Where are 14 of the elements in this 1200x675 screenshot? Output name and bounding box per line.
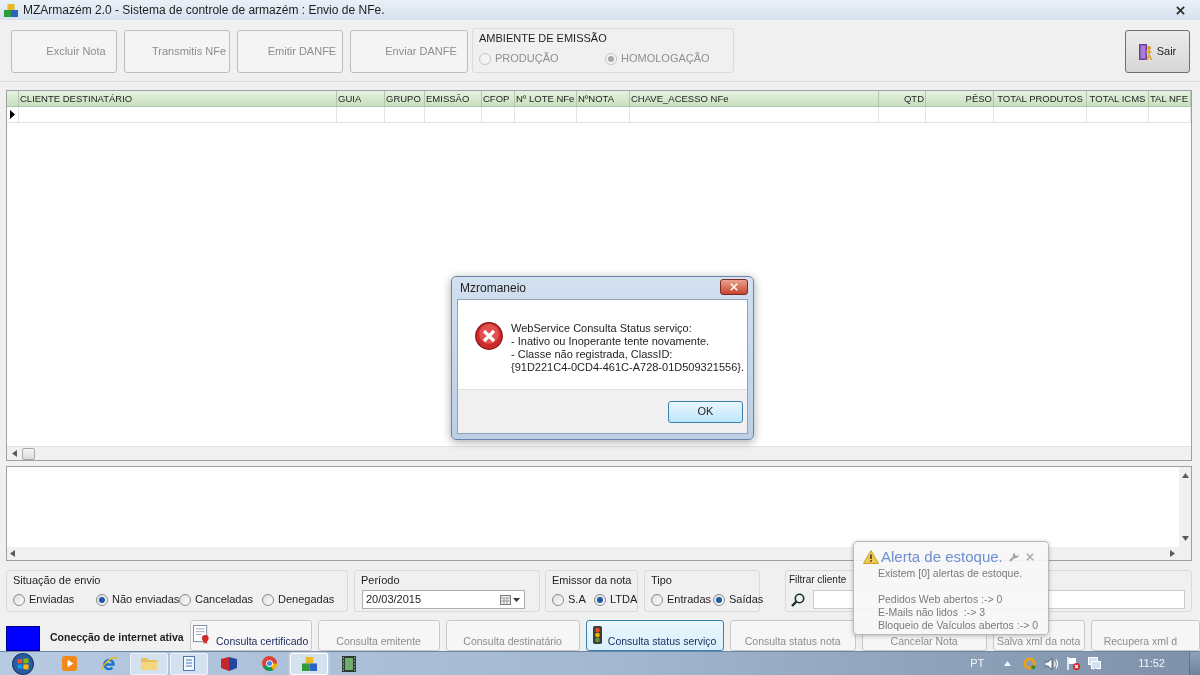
counter-text: E-Mails não lidos :-> 3 (878, 606, 986, 619)
error-message: WebService Consulta Status serviço: - Inativo ou Inoperante tente novamente. - Classe não registrada, ClassID: {91D221C4-0CD4-461C-A728-01D509321556}. (511, 322, 744, 374)
group-label: Tipo (651, 573, 672, 587)
group-label: Filtrar cliente (789, 573, 847, 587)
connection-status: Conecção de internet ativa (50, 631, 184, 644)
popup-title: Alerta de estoque. (881, 548, 1003, 566)
counter-text: Pedidos Web abertos :-> 0 (878, 593, 1003, 606)
group-label: Emissor da nota (552, 573, 632, 587)
window-title: MZArmazém 2.0 - Sistema de controle de armazém : Envio de NFe. (23, 3, 385, 17)
alert-summary: Existem [0] alertas de estoque. (878, 567, 1024, 580)
group-label: Situação de envio (13, 573, 101, 587)
group-label: Período (361, 573, 400, 587)
group-label: AMBIENTE DE EMISSÃO (479, 31, 607, 45)
dialog-title: Mzromaneio (460, 281, 527, 295)
